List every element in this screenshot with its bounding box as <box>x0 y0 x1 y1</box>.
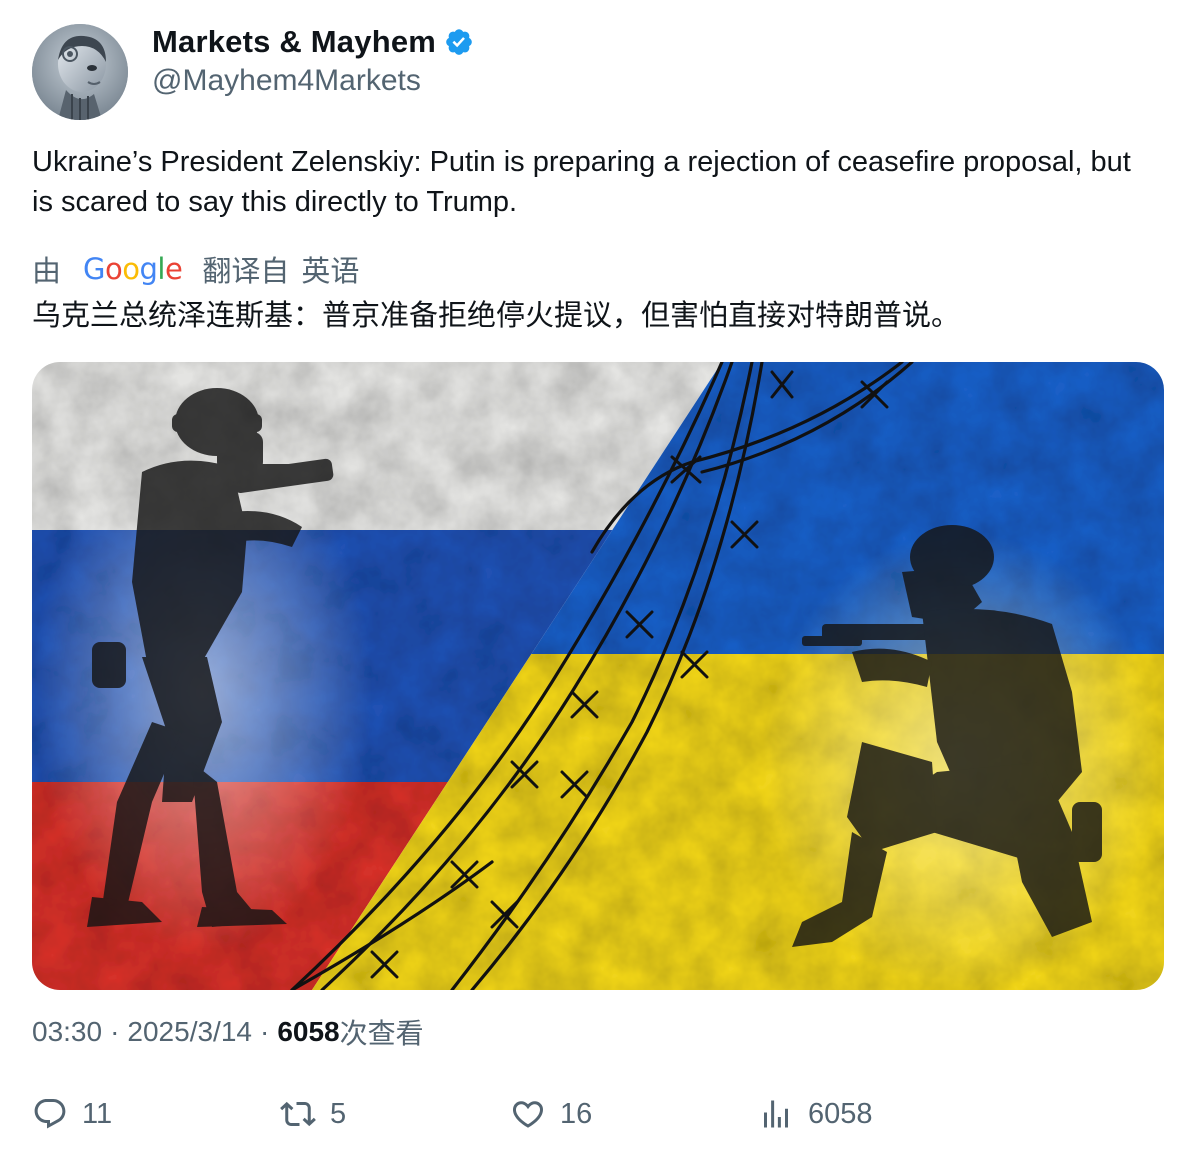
views-button[interactable]: 6058 <box>758 1096 873 1132</box>
like-button[interactable]: 16 <box>510 1096 592 1132</box>
reply-count: 11 <box>82 1097 113 1130</box>
avatar[interactable] <box>32 24 128 120</box>
robot-avatar-icon <box>32 24 128 120</box>
retweet-count: 5 <box>330 1097 347 1130</box>
tweet-time[interactable]: 03:30 <box>32 1016 102 1048</box>
display-name[interactable]: Markets & Mayhem <box>152 24 436 60</box>
reply-button[interactable]: 11 <box>32 1096 112 1132</box>
translated-from-label: 翻译自 <box>202 256 290 288</box>
source-language: 英语 <box>301 256 360 288</box>
tweet-date[interactable]: 2025/3/14 <box>127 1016 252 1048</box>
translated-text: 乌克兰总统泽连斯基：普京准备拒绝停火提议，但害怕直接对特朗普说。 <box>32 300 961 332</box>
author-name-row: Markets & Mayhem <box>152 24 474 60</box>
analytics-icon <box>764 1100 788 1128</box>
action-bar: 11 5 16 6058 <box>32 1096 1164 1144</box>
author-handle[interactable]: @Mayhem4Markets <box>152 64 421 98</box>
meta-separator: · <box>110 1016 120 1047</box>
reply-icon <box>34 1099 66 1129</box>
views-label: 次查看 <box>339 1018 424 1049</box>
retweet-icon <box>280 1101 316 1127</box>
tweet-image[interactable] <box>32 362 1164 990</box>
russia-ukraine-flags-soldiers-barbed-wire-image <box>32 362 1164 990</box>
views-action-count: 6058 <box>808 1097 873 1130</box>
tweet-text: Ukraine’s President Zelenskiy: Putin is … <box>32 146 1131 218</box>
google-logo: Google <box>83 252 183 286</box>
retweet-button[interactable]: 5 <box>280 1096 346 1132</box>
views-count: 6058 <box>277 1016 340 1047</box>
verified-badge-icon[interactable] <box>444 27 474 57</box>
translated-by-label: 由 <box>32 256 62 288</box>
like-count: 16 <box>560 1097 593 1130</box>
tweet-meta: 03:30 · 2025/3/14 · 6058 次查看 <box>32 1012 424 1052</box>
heart-icon <box>512 1101 544 1128</box>
meta-separator-2: · <box>259 1016 270 1047</box>
translation-attribution[interactable]: 由 Google 翻译自 英语 <box>32 248 359 290</box>
